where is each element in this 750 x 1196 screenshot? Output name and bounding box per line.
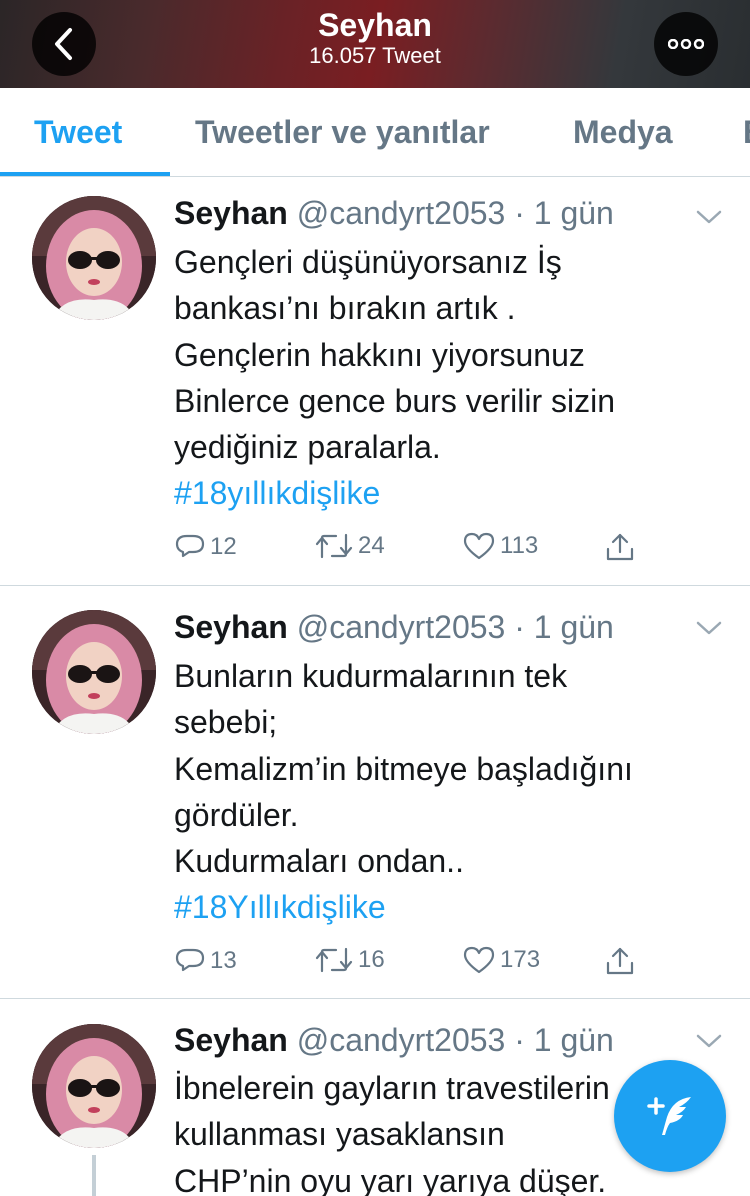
tweet-time: · 1 gün (514, 609, 614, 645)
tweet-line: yediğiniz paralarla. (174, 429, 441, 466)
hashtag-link[interactable]: #18Yıllıkdişlike (174, 884, 734, 930)
avatar[interactable] (32, 1024, 156, 1148)
chevron-down-icon[interactable] (694, 207, 724, 227)
compose-tweet-button[interactable] (614, 1060, 726, 1172)
retweet-button[interactable]: 24 (314, 531, 385, 561)
tweet-line: Kemalizm’in bitmeye başladığını (174, 750, 633, 787)
tab-media[interactable]: Medya (573, 114, 673, 151)
share-icon (606, 947, 634, 975)
tweet-time: · 1 gün (514, 1022, 614, 1058)
heart-icon (463, 532, 495, 560)
reply-button[interactable]: 12 (174, 531, 237, 563)
tweet-text: Gençleri düşünüyorsanız İş bankası’nı bı… (174, 239, 734, 517)
tweet-header: Seyhan @candyrt2053 · 1 gün (174, 193, 614, 233)
tweet[interactable]: Seyhan @candyrt2053 · 1 gün Gençleri düş… (0, 177, 750, 586)
avatar[interactable] (32, 610, 156, 734)
retweet-button[interactable]: 16 (314, 945, 385, 975)
retweet-count: 24 (358, 532, 385, 559)
reply-icon (175, 948, 205, 972)
reply-button[interactable]: 13 (174, 945, 237, 977)
author-name[interactable]: Seyhan (174, 1022, 288, 1058)
chevron-down-icon[interactable] (694, 618, 724, 638)
tab-tweets[interactable]: Tweet (34, 114, 122, 151)
tweet-line: sebebi; (174, 704, 278, 741)
chevron-down-icon[interactable] (694, 1031, 724, 1051)
retweet-icon (315, 533, 353, 559)
tweet-line: Kudurmaları ondan.. (174, 843, 464, 880)
hashtag-link[interactable]: #18yıllıkdişlike (174, 470, 734, 516)
like-button[interactable]: 113 (462, 531, 538, 561)
tweet-header: Seyhan @candyrt2053 · 1 gün (174, 607, 614, 647)
more-button[interactable] (654, 12, 718, 76)
author-name[interactable]: Seyhan (174, 195, 288, 231)
author-handle[interactable]: @candyrt2053 (297, 195, 506, 231)
tweet-line: Binlerce gence burs verilir sizin (174, 382, 616, 419)
like-button[interactable]: 173 (462, 945, 540, 975)
reply-icon (175, 534, 205, 558)
more-horizontal-icon (668, 39, 704, 49)
tweet-actions: 12 24 113 (174, 531, 654, 567)
author-handle[interactable]: @candyrt2053 (297, 1022, 506, 1058)
profile-name: Seyhan (318, 7, 432, 43)
tweet[interactable]: Seyhan @candyrt2053 · 1 gün Bunların kud… (0, 586, 750, 999)
thread-connector (92, 1155, 96, 1196)
active-tab-indicator (0, 172, 170, 176)
author-name[interactable]: Seyhan (174, 609, 288, 645)
share-button[interactable] (604, 945, 636, 977)
tweet-count: 16.057 Tweet (309, 43, 441, 68)
retweet-icon (315, 947, 353, 973)
tab-likes[interactable]: B (743, 114, 750, 151)
profile-header: Seyhan 16.057 Tweet (0, 0, 750, 88)
avatar[interactable] (32, 196, 156, 320)
tweet-header: Seyhan @candyrt2053 · 1 gün (174, 1020, 614, 1060)
like-count: 113 (500, 532, 539, 559)
tab-tweets-and-replies[interactable]: Tweetler ve yanıtlar (195, 114, 490, 151)
tweet-actions: 13 16 173 (174, 945, 654, 981)
tweet-line: Bunların kudurmalarının tek (174, 658, 568, 694)
tweet-line: Gençlerin hakkını yiyorsunuz (174, 336, 585, 373)
compose-tweet-icon (647, 1097, 691, 1135)
reply-count: 13 (210, 947, 237, 974)
tweet-text: Bunların kudurmalarının tek sebebi; Kema… (174, 653, 734, 931)
reply-count: 12 (210, 533, 237, 560)
heart-icon (463, 946, 495, 974)
like-count: 173 (500, 946, 541, 973)
tweet-line: bankası’nı bırakın artık . (174, 290, 516, 327)
tweet-line: Gençleri düşünüyorsanız İş (174, 244, 562, 280)
tweet-line: gördüler. (174, 796, 299, 833)
profile-tabs: Tweet Tweetler ve yanıtlar Medya B (0, 88, 750, 177)
tweet-time: · 1 gün (514, 195, 614, 231)
share-icon (606, 533, 634, 561)
retweet-count: 16 (358, 946, 385, 973)
share-button[interactable] (604, 531, 636, 563)
author-handle[interactable]: @candyrt2053 (297, 609, 506, 645)
